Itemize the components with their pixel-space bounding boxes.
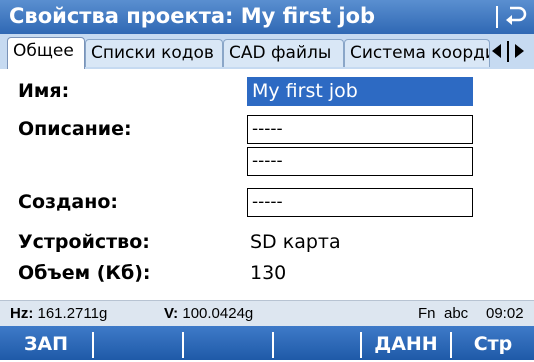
- tab-cad-files[interactable]: CAD файлы: [223, 39, 344, 67]
- created-label: Создано:: [18, 191, 118, 213]
- name-label: Имя:: [18, 80, 70, 102]
- tab-general[interactable]: Общее: [7, 37, 85, 69]
- v-readout: V: 100.0424g: [164, 305, 253, 322]
- f3-button[interactable]: [184, 326, 272, 360]
- device-label: Устройство:: [18, 231, 150, 253]
- v-value: 100.0424g: [182, 305, 254, 322]
- hz-readout: Hz: 161.2711g: [10, 305, 107, 322]
- v-label: V:: [164, 305, 179, 322]
- device-value: SD карта: [250, 231, 341, 253]
- created-field[interactable]: -----: [247, 188, 473, 217]
- f1-store-button[interactable]: ЗАП: [0, 326, 92, 360]
- size-label: Объем (Кб):: [18, 262, 151, 284]
- tab-scroll-right-icon[interactable]: [515, 44, 524, 58]
- fn-indicator: Fn: [418, 305, 436, 322]
- tab-bar: Общее Списки кодов CAD файлы Система коо…: [0, 34, 534, 69]
- function-key-bar: ЗАП ДАНН Стр: [0, 326, 534, 360]
- f2-button[interactable]: [94, 326, 182, 360]
- tab-arrow-divider: [507, 41, 509, 62]
- tab-coordinate-system[interactable]: Система коорди: [344, 39, 490, 67]
- input-mode-indicator: abc: [444, 305, 469, 322]
- description-field-line1[interactable]: -----: [247, 115, 473, 144]
- tab-scroll-left-icon[interactable]: [492, 44, 501, 58]
- description-field-line2[interactable]: -----: [247, 147, 473, 176]
- f6-page-button[interactable]: Стр: [452, 326, 534, 360]
- page-title: Свойства проекта: My first job: [9, 4, 376, 28]
- f5-data-button[interactable]: ДАНН: [362, 326, 450, 360]
- clock: 09:02: [486, 305, 524, 322]
- tab-code-lists[interactable]: Списки кодов: [85, 39, 223, 67]
- f4-button[interactable]: [274, 326, 360, 360]
- size-value: 130: [250, 262, 287, 284]
- title-bar: Свойства проекта: My first job: [0, 0, 534, 34]
- description-label: Описание:: [18, 118, 132, 140]
- status-bar: Hz: 161.2711g V: 100.0424g Fn abc 09:02: [0, 300, 534, 326]
- title-divider: [496, 6, 498, 28]
- name-field[interactable]: My first job: [247, 77, 473, 106]
- hz-value: 161.2711g: [37, 305, 108, 322]
- back-arrow-icon[interactable]: [504, 2, 528, 30]
- hz-label: Hz:: [10, 305, 34, 322]
